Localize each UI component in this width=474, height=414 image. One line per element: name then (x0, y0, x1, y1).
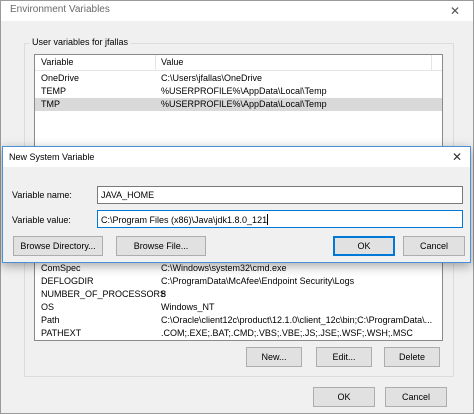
variable-name-cell: NUMBER_OF_PROCESSORS (41, 289, 167, 299)
variable-value-cell: 8 (161, 289, 167, 299)
column-separator[interactable] (431, 55, 432, 70)
edit-system-variable-button[interactable]: Edit... (316, 347, 372, 367)
user-variable-row[interactable]: OneDrive C:\Users\jfallas\OneDrive (35, 72, 442, 85)
column-separator[interactable] (155, 55, 156, 70)
browse-file-button[interactable]: Browse File... (116, 236, 206, 256)
variable-name-cell: TMP (41, 99, 60, 109)
column-header-value[interactable]: Value (161, 57, 183, 67)
variable-value-value: C:\Program Files (x86)\Java\jdk1.8.0_121 (101, 215, 268, 225)
variable-name-cell: TEMP (41, 86, 67, 96)
env-titlebar: Environment Variables ✕ (1, 1, 473, 21)
system-variable-row[interactable]: ComSpec C:\Windows\system32\cmd.exe (35, 262, 442, 275)
system-variables-list[interactable]: ComSpec C:\Windows\system32\cmd.exe DEFL… (34, 253, 443, 341)
variable-value-cell: C:\Oracle\client12c\product\12.1.0\clien… (161, 315, 433, 325)
variable-name-cell: PATHEXT (41, 328, 82, 338)
variable-name-label: Variable name: (12, 190, 72, 200)
env-close-icon[interactable]: ✕ (441, 2, 469, 20)
variable-name-cell: DEFLOGDIR (41, 276, 94, 286)
variable-name-cell: ComSpec (41, 263, 81, 273)
dialog-close-icon[interactable]: ✕ (447, 148, 467, 166)
variable-value-cell: Windows_NT (161, 302, 215, 312)
variable-name-cell: Path (41, 315, 60, 325)
new-system-variable-button[interactable]: New... (246, 347, 302, 367)
system-variable-row[interactable]: OS Windows_NT (35, 301, 442, 314)
variable-value-input[interactable]: C:\Program Files (x86)\Java\jdk1.8.0_121 (97, 210, 463, 228)
delete-system-variable-button[interactable]: Delete (384, 347, 440, 367)
user-variable-row[interactable]: TEMP %USERPROFILE%\AppData\Local\Temp (35, 85, 442, 98)
column-header-variable[interactable]: Variable (41, 57, 73, 67)
env-ok-button[interactable]: OK (313, 387, 375, 407)
dialog-cancel-button[interactable]: Cancel (403, 236, 465, 256)
system-variable-row[interactable]: PATHEXT .COM;.EXE;.BAT;.CMD;.VBS;.VBE;.J… (35, 327, 442, 340)
variable-value-cell: C:\ProgramData\McAfee\Endpoint Security\… (161, 276, 355, 286)
variable-value-label: Variable value: (12, 215, 71, 225)
dialog-title: New System Variable (9, 152, 95, 162)
user-variables-label: User variables for jfallas (29, 37, 132, 47)
system-variable-row[interactable]: NUMBER_OF_PROCESSORS 8 (35, 288, 442, 301)
dialog-ok-button[interactable]: OK (333, 236, 395, 256)
browse-directory-button[interactable]: Browse Directory... (13, 236, 103, 256)
variable-name-input[interactable]: JAVA_HOME (97, 186, 463, 204)
variable-name-value: JAVA_HOME (101, 190, 155, 200)
variable-value-cell: %USERPROFILE%\AppData\Local\Temp (161, 99, 327, 109)
system-variable-row[interactable]: DEFLOGDIR C:\ProgramData\McAfee\Endpoint… (35, 275, 442, 288)
user-variables-list[interactable]: Variable Value OneDrive C:\Users\jfallas… (34, 54, 443, 148)
system-variable-row[interactable]: Path C:\Oracle\client12c\product\12.1.0\… (35, 314, 442, 327)
new-system-variable-dialog: New System Variable ✕ Variable name: JAV… (2, 146, 471, 263)
variable-value-cell: %USERPROFILE%\AppData\Local\Temp (161, 86, 327, 96)
variable-value-cell: C:\Windows\system32\cmd.exe (161, 263, 287, 273)
text-caret (267, 214, 269, 225)
dialog-titlebar: New System Variable ✕ (3, 147, 470, 167)
variable-name-cell: OS (41, 302, 55, 312)
variable-name-cell: OneDrive (41, 73, 80, 83)
user-variable-row-selected[interactable]: TMP %USERPROFILE%\AppData\Local\Temp (35, 98, 442, 111)
variable-value-cell: C:\Users\jfallas\OneDrive (161, 73, 263, 83)
variable-value-cell: .COM;.EXE;.BAT;.CMD;.VBS;.VBE;.JS;.JSE;.… (161, 328, 413, 338)
env-window-title: Environment Variables (10, 4, 110, 15)
user-variables-header: Variable Value (35, 55, 442, 71)
env-cancel-button[interactable]: Cancel (385, 387, 447, 407)
